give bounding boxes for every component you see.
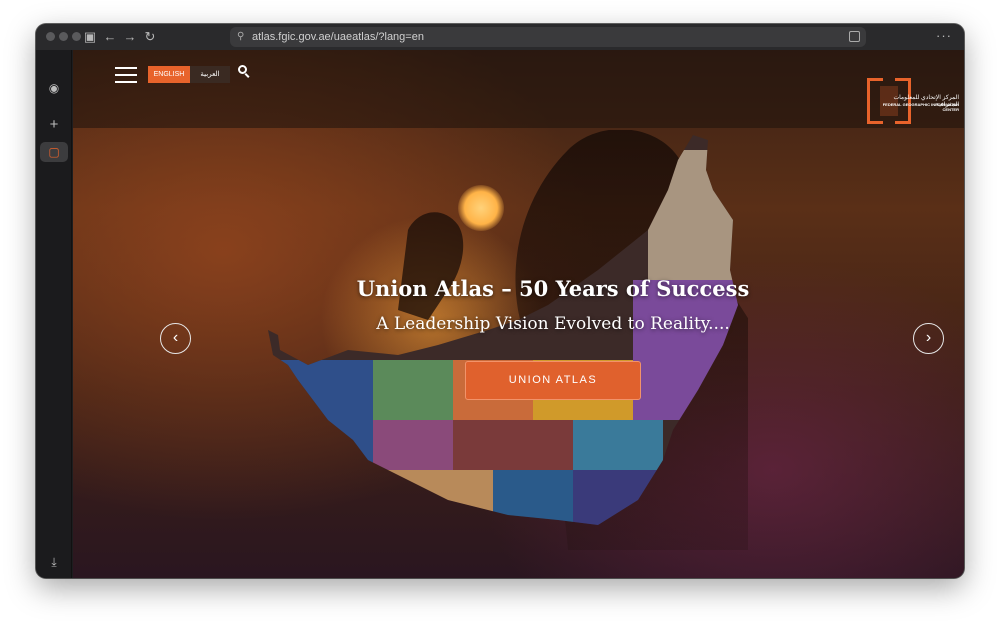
- tab-icon[interactable]: ▢: [46, 144, 62, 160]
- reload-icon[interactable]: ↻: [142, 29, 158, 45]
- hero-title: Union Atlas – 50 Years of Success: [356, 276, 750, 301]
- hero-subtitle: A Leadership Vision Evolved to Reality..…: [376, 314, 730, 334]
- union-atlas-button[interactable]: UNION ATLAS: [465, 361, 641, 400]
- sidebar-toggle-icon[interactable]: ▣: [82, 29, 98, 45]
- address-bar[interactable]: ⚲ atlas.fgic.gov.ae/uaeatlas/?lang=en: [230, 27, 866, 47]
- forward-arrow-icon[interactable]: →: [122, 29, 138, 45]
- carousel-prev-arrow-icon[interactable]: ‹: [160, 323, 191, 354]
- language-english-button[interactable]: ENGLISH: [148, 66, 190, 83]
- browser-toolbar: ▣ ← → ↻ ⚲ atlas.fgic.gov.ae/uaeatlas/?la…: [36, 24, 964, 50]
- web-page: ENGLISH العربية المركز الإتحادي للمعلوما…: [73, 50, 964, 578]
- extension-icon[interactable]: [849, 31, 860, 42]
- browser-window: ▣ ← → ↻ ⚲ atlas.fgic.gov.ae/uaeatlas/?la…: [36, 24, 964, 578]
- new-tab-plus-icon[interactable]: +: [46, 117, 62, 133]
- close-window-button[interactable]: [46, 32, 55, 41]
- falcon-silhouette: [398, 212, 464, 320]
- site-header: ENGLISH العربية المركز الإتحادي للمعلوما…: [73, 50, 964, 128]
- site-info-icon[interactable]: ⚲: [237, 27, 244, 47]
- language-arabic-button[interactable]: العربية: [190, 66, 230, 83]
- menu-icon[interactable]: [115, 67, 137, 83]
- zoom-window-button[interactable]: [72, 32, 81, 41]
- uae-map-collage: [268, 130, 748, 550]
- carousel-next-arrow-icon[interactable]: ›: [913, 323, 944, 354]
- browser-sidebar: ◉ + ▢ ⤓ +: [36, 50, 72, 578]
- address-bar-url: atlas.fgic.gov.ae/uaeatlas/?lang=en: [252, 31, 424, 43]
- download-icon[interactable]: ⤓: [46, 554, 62, 570]
- more-icon[interactable]: ···: [936, 28, 952, 43]
- search-icon[interactable]: [238, 65, 252, 79]
- back-arrow-icon[interactable]: ←: [102, 29, 118, 45]
- logo-english-text: FEDERAL GEOGRAPHIC INFORMATION CENTER: [882, 102, 959, 112]
- eye-icon[interactable]: ◉: [46, 80, 62, 96]
- minimize-window-button[interactable]: [59, 32, 68, 41]
